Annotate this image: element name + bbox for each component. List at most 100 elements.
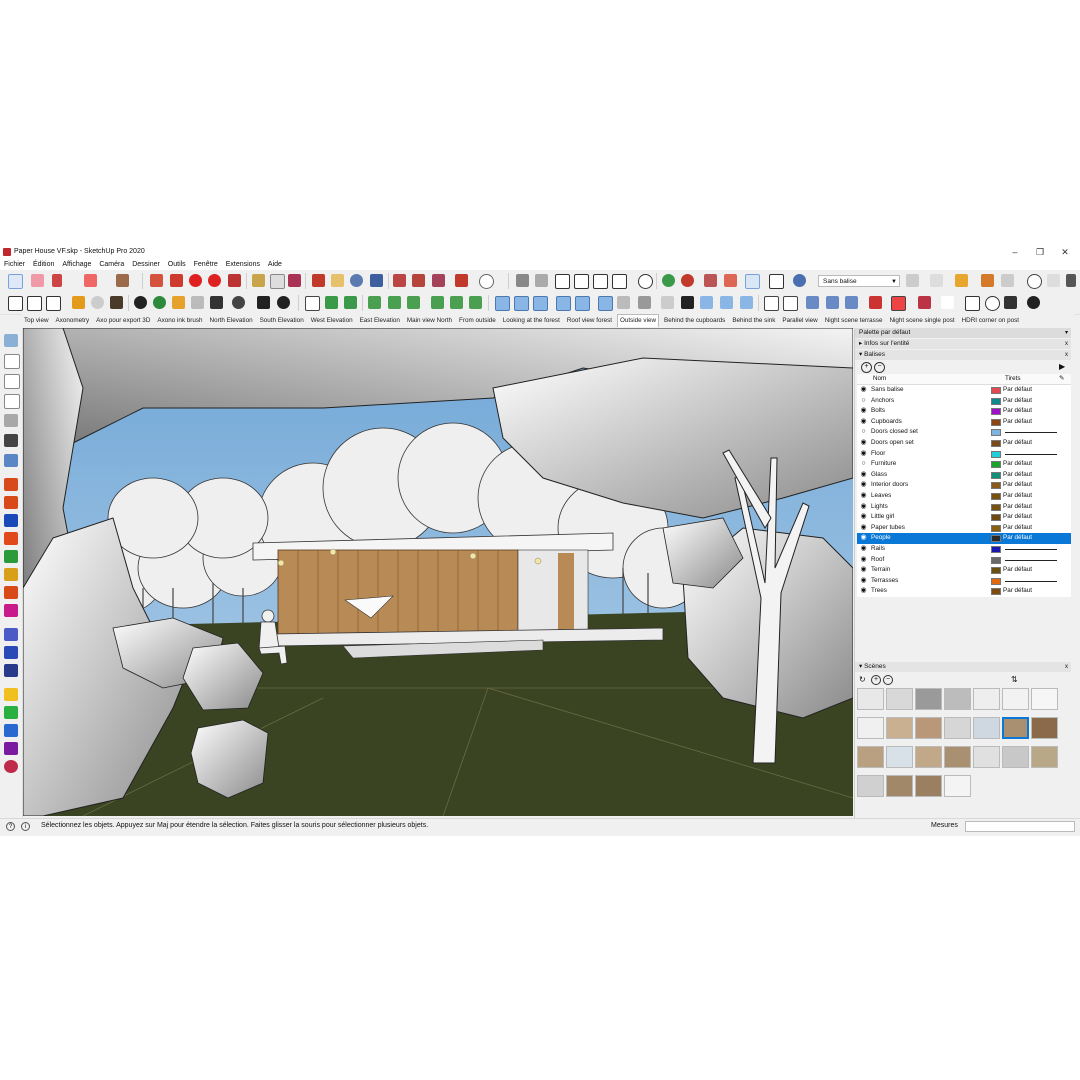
scene-tab[interactable]: Behind the sink	[730, 315, 777, 327]
arc-icon[interactable]	[84, 274, 97, 287]
tag-dash-style[interactable]: Par défaut	[1003, 406, 1032, 417]
front-view-icon[interactable]	[574, 274, 589, 289]
remove-scene-icon[interactable]: −	[883, 675, 893, 685]
tag-name[interactable]: Bolts	[871, 406, 885, 417]
layers-icon[interactable]	[981, 274, 994, 287]
tag-name[interactable]: Furniture	[871, 459, 896, 470]
tag-color-swatch[interactable]	[991, 524, 1001, 532]
tag-name[interactable]: Roof	[871, 555, 884, 566]
tag-name[interactable]: Terrasses	[871, 576, 898, 587]
tag-color-swatch[interactable]	[991, 461, 1001, 469]
textured-icon[interactable]	[4, 414, 18, 427]
share-model-icon[interactable]	[412, 274, 425, 287]
tag-name[interactable]: Trees	[871, 586, 887, 597]
xray-side-icon[interactable]	[4, 454, 18, 467]
up-arrow-icon[interactable]	[4, 706, 18, 719]
tag-dropdown[interactable]: Sans balise ▼	[818, 275, 900, 287]
cutter-icon[interactable]	[869, 296, 882, 309]
eye-icon[interactable]: ◉	[859, 438, 868, 449]
scene-thumbnail[interactable]	[973, 746, 1000, 768]
scene-thumbnail[interactable]	[857, 717, 884, 739]
extrude-icon[interactable]	[4, 646, 18, 659]
tag-row[interactable]: ◉ Bolts Par défaut	[857, 406, 1071, 417]
tag-name[interactable]: Interior doors	[871, 480, 908, 491]
col-name[interactable]: Nom	[873, 374, 886, 384]
scene-thumbnail[interactable]	[944, 746, 971, 768]
tag-name[interactable]: Floor	[871, 449, 885, 460]
ruby-tool-2-icon[interactable]	[4, 496, 18, 509]
zoom-icon[interactable]	[350, 274, 363, 287]
tag-color-swatch[interactable]	[991, 567, 1001, 575]
scene-thumbnail[interactable]	[944, 775, 971, 797]
table-3-icon[interactable]	[598, 296, 613, 311]
distribute-v-icon[interactable]	[450, 296, 463, 309]
scene-tab[interactable]: Parallel view	[780, 315, 819, 327]
scene-thumbnail[interactable]	[1002, 717, 1029, 739]
add-scene-button-icon[interactable]: +	[871, 675, 881, 685]
wireframe-icon[interactable]	[4, 354, 20, 369]
eye-icon[interactable]: ◉	[859, 480, 868, 491]
eye-icon[interactable]: ◉	[859, 586, 868, 597]
tag-row[interactable]: ◉ Doors open set Par défaut	[857, 438, 1071, 449]
grid-icon[interactable]	[495, 296, 510, 311]
scene-tab[interactable]: North Elevation	[208, 315, 255, 327]
tag-row[interactable]: ◉ Roof	[857, 555, 1071, 566]
refresh-icon[interactable]	[985, 296, 1000, 311]
eraser-icon[interactable]	[31, 274, 44, 287]
scene-thumbnail[interactable]	[1031, 717, 1058, 739]
rotate-icon[interactable]	[208, 274, 221, 287]
paint-icon[interactable]	[906, 274, 919, 287]
sandbox-from-contours-icon[interactable]	[662, 274, 675, 287]
dome-icon[interactable]	[210, 296, 223, 309]
scene-tab[interactable]: Night scene single post	[887, 315, 956, 327]
scene-thumbnail[interactable]	[915, 688, 942, 710]
pointer-icon[interactable]	[305, 296, 320, 311]
cursor-icon[interactable]	[941, 296, 954, 309]
tag-name[interactable]: Cupboards	[871, 417, 902, 428]
scene-thumbnail[interactable]	[886, 688, 913, 710]
tag-dash-line[interactable]	[1005, 548, 1057, 550]
tag-color-swatch[interactable]	[991, 418, 1001, 426]
eye-icon[interactable]: ◉	[859, 544, 868, 555]
tag-dash-style[interactable]: Par défaut	[1003, 459, 1032, 470]
iso-view-icon[interactable]	[535, 274, 548, 287]
tag-color-swatch[interactable]	[991, 514, 1001, 522]
eye-closed-icon[interactable]: ○	[859, 427, 868, 438]
tag-name[interactable]: Little girl	[871, 512, 894, 523]
minimize-button[interactable]: –	[1004, 246, 1026, 258]
look-around-icon[interactable]	[1066, 274, 1076, 287]
style-builder-icon[interactable]	[955, 274, 968, 287]
tag-row[interactable]: ○ Doors closed set	[857, 427, 1071, 438]
rectangle-icon[interactable]	[116, 274, 129, 287]
component-icon[interactable]	[72, 296, 85, 309]
orbit-icon[interactable]	[312, 274, 325, 287]
email-icon[interactable]	[257, 296, 270, 309]
distribute-h-icon[interactable]	[431, 296, 444, 309]
tag-color-swatch[interactable]	[991, 545, 1001, 553]
scene-thumbnail[interactable]	[973, 688, 1000, 710]
tag-row[interactable]: ◉ Leaves Par défaut	[857, 491, 1071, 502]
tag-row[interactable]: ◉ Paper tubes Par défaut	[857, 523, 1071, 534]
checker-2-icon[interactable]	[681, 296, 694, 309]
scene-thumbnail[interactable]	[1031, 688, 1058, 710]
text-icon[interactable]	[270, 274, 285, 289]
menu-extensions[interactable]: Extensions	[226, 260, 260, 270]
texture-icon[interactable]	[172, 296, 185, 309]
tag-row[interactable]: ◉ Interior doors Par défaut	[857, 480, 1071, 491]
scene-thumbnail[interactable]	[915, 775, 942, 797]
tag-color-swatch[interactable]	[991, 503, 1001, 511]
sandbox-from-scratch-icon[interactable]	[681, 274, 694, 287]
stairs-2-icon[interactable]	[826, 296, 839, 309]
tag-row[interactable]: ◉ Trees Par défaut	[857, 586, 1071, 597]
tag-row[interactable]: ◉ Cupboards Par défaut	[857, 417, 1071, 428]
scene-tab[interactable]: Outside view	[616, 314, 660, 327]
tag-row[interactable]: ◉ Rails	[857, 544, 1071, 555]
menu-fenetre[interactable]: Fenêtre	[194, 260, 218, 270]
scene-thumbnail[interactable]	[1031, 746, 1058, 768]
move-cross-icon[interactable]	[965, 296, 980, 311]
details-arrow-icon[interactable]: ▶	[1059, 362, 1065, 371]
scene-thumbnail[interactable]	[973, 717, 1000, 739]
grid-diagonal-icon[interactable]	[514, 296, 529, 311]
tag-color-swatch[interactable]	[991, 588, 1001, 596]
scene-thumbnail[interactable]	[857, 775, 884, 797]
